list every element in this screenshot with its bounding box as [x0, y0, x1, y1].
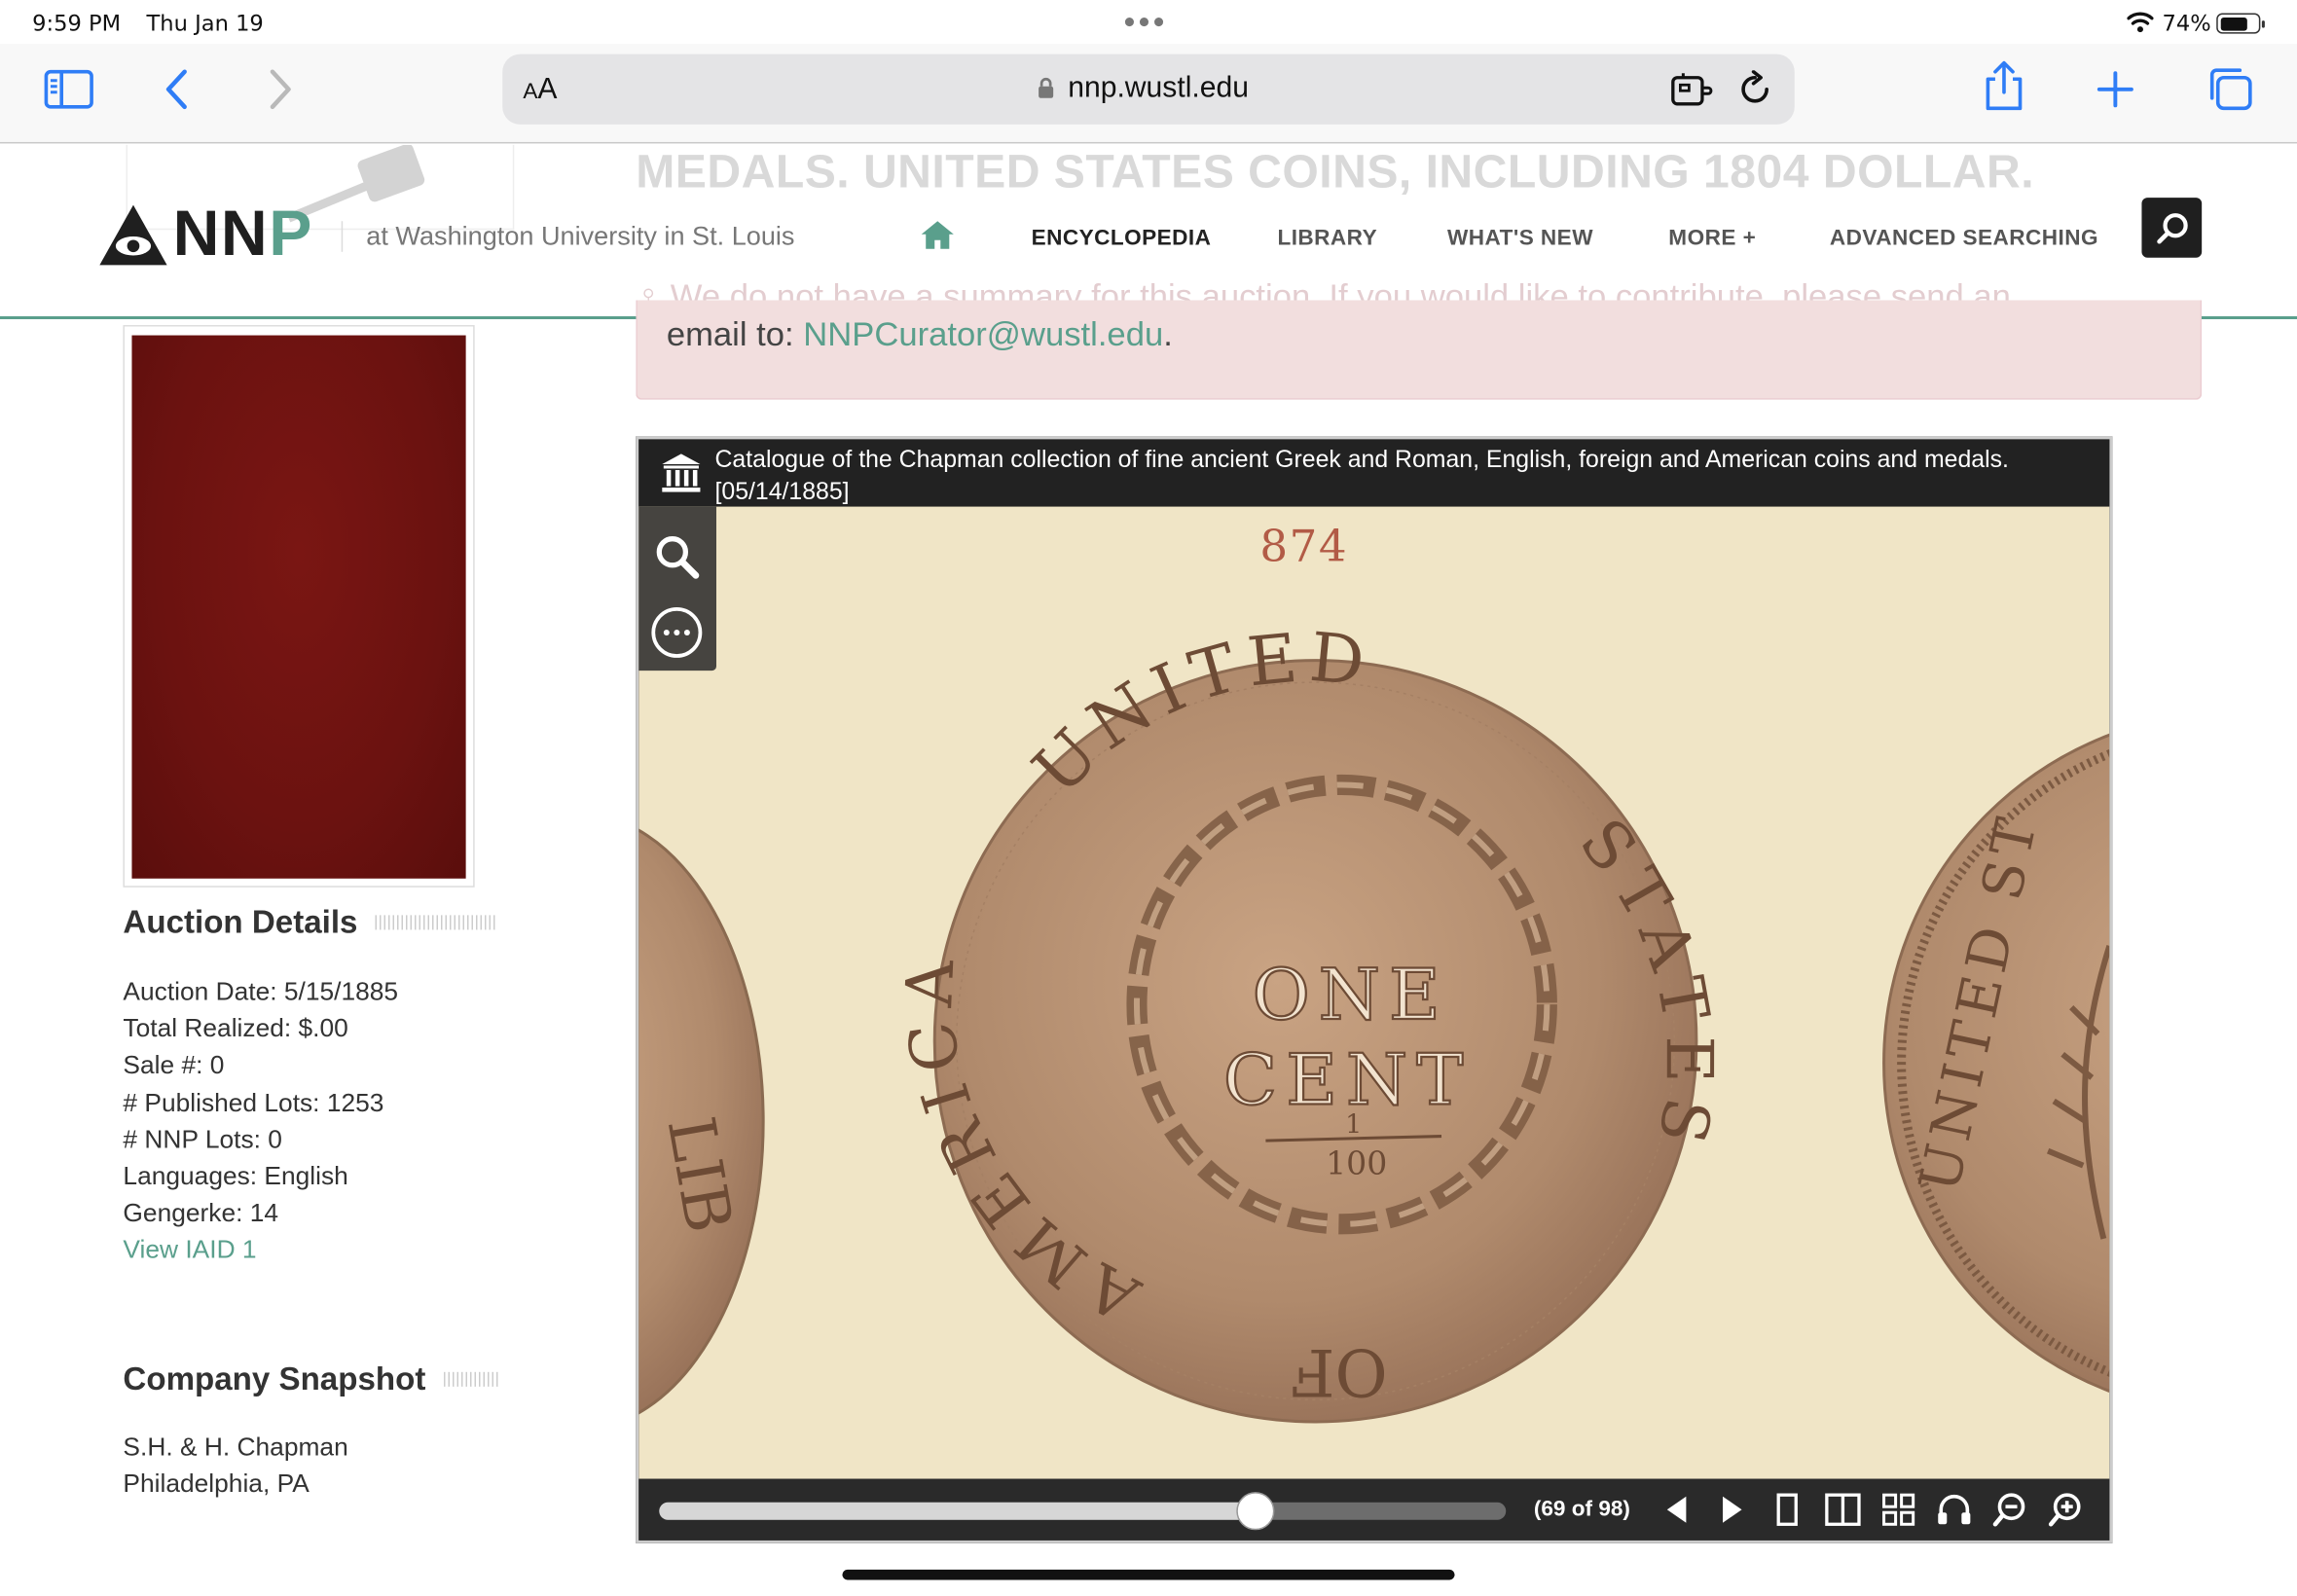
page-number: 874	[1259, 521, 1349, 573]
url-text[interactable]: nnp.wustl.edu	[1068, 72, 1249, 106]
battery-percent: 74%	[2162, 10, 2211, 37]
published-lots: # Published Lots: 1253	[123, 1087, 384, 1118]
single-page-view-icon[interactable]	[1768, 1491, 1806, 1529]
auction-title-behind: MEDALS. UNITED STATES COINS, INCLUDING 1…	[636, 144, 2035, 199]
site-header: MEDALS. UNITED STATES COINS, INCLUDING 1…	[0, 143, 2297, 320]
multitasking-dots-icon[interactable]	[1124, 18, 1164, 27]
reload-icon[interactable]	[1736, 70, 1774, 108]
nav-more[interactable]: MORE +	[1668, 226, 1756, 251]
next-page-icon[interactable]	[1712, 1491, 1750, 1529]
zoom-in-icon[interactable]	[2047, 1491, 2085, 1529]
company-name: S.H. & H. Chapman	[123, 1432, 348, 1462]
reader-aa-button[interactable]: AA	[523, 73, 557, 107]
coin-plate-image: LIB UNITED AMERICA STATES OF ONE CENT 1 …	[638, 619, 2110, 1424]
address-bar[interactable]: AA nnp.wustl.edu	[502, 54, 1795, 125]
site-search-button[interactable]	[2141, 198, 2203, 258]
status-date: Thu Jan 19	[146, 10, 264, 37]
search-icon	[2156, 212, 2187, 243]
browser-toolbar: AA nnp.wustl.edu	[0, 44, 2297, 144]
lock-icon	[1039, 77, 1054, 98]
eye-pyramid-icon	[99, 204, 167, 266]
home-indicator[interactable]	[842, 1569, 1455, 1580]
status-time: 9:59 PM	[32, 10, 122, 37]
nav-encyclopedia[interactable]: ENCYCLOPEDIA	[1032, 226, 1212, 251]
notice-suffix: .	[1163, 314, 1173, 353]
logo-subtitle: at Washington University in St. Louis	[341, 221, 794, 252]
view-iaid-link[interactable]: View IAID 1	[123, 1234, 256, 1265]
total-realized: Total Realized: $.00	[123, 1013, 348, 1043]
two-page-view-icon[interactable]	[1824, 1491, 1862, 1529]
sidebar-icon[interactable]	[40, 61, 98, 117]
book-page[interactable]: LIB UNITED AMERICA STATES OF ONE CENT 1 …	[638, 506, 2110, 1479]
nav-whats-new[interactable]: WHAT'S NEW	[1447, 226, 1593, 251]
viewer-side-tools	[638, 506, 716, 671]
more-options-icon[interactable]	[650, 606, 703, 659]
languages: Languages: English	[123, 1161, 348, 1191]
home-icon[interactable]	[920, 218, 955, 250]
curator-email-link[interactable]: NNPCurator@wustl.edu	[803, 314, 1163, 352]
page-slider-handle[interactable]	[1236, 1492, 1275, 1531]
gengerke: Gengerke: 14	[123, 1197, 279, 1227]
share-icon[interactable]	[1975, 58, 2033, 114]
library-icon[interactable]	[659, 451, 703, 494]
viewer-footer: (69 of 98)	[638, 1478, 2110, 1541]
page-count: (69 of 98)	[1533, 1496, 1630, 1522]
battery-icon	[2216, 13, 2265, 34]
auction-date: Auction Date: 5/15/1885	[123, 976, 399, 1006]
search-inside-icon[interactable]	[653, 533, 700, 580]
previous-page-icon[interactable]	[1659, 1491, 1696, 1529]
notice-prefix: email to:	[666, 314, 804, 353]
summary-notice: email to: NNPCurator@wustl.edu.	[636, 300, 2203, 400]
new-tab-icon[interactable]	[2086, 61, 2144, 117]
catalogue-cover-thumbnail[interactable]	[123, 325, 475, 888]
book-viewer: Catalogue of the Chapman collection of f…	[636, 436, 2113, 1543]
status-bar: 9:59 PM Thu Jan 19 74%	[0, 0, 2297, 44]
nav-advanced-searching[interactable]: ADVANCED SEARCHING	[1830, 226, 2098, 251]
viewer-header: Catalogue of the Chapman collection of f…	[638, 439, 2110, 507]
zoom-out-icon[interactable]	[1990, 1491, 2028, 1529]
company-snapshot-heading: Company Snapshot	[123, 1360, 499, 1398]
auction-details-heading: Auction Details	[123, 903, 495, 941]
page-slider[interactable]	[659, 1492, 1507, 1531]
sale-number: Sale #: 0	[123, 1049, 225, 1079]
wifi-icon	[2127, 12, 2154, 33]
nnp-logo[interactable]: NNP	[96, 198, 313, 271]
coin-legend-bottom: OF	[1291, 1334, 1388, 1409]
extension-icon[interactable]	[1668, 70, 1713, 108]
read-aloud-icon[interactable]	[1935, 1491, 1973, 1529]
coin-center-one: ONE	[1253, 955, 1449, 1036]
viewer-title: Catalogue of the Chapman collection of f…	[714, 446, 2009, 506]
nav-library[interactable]: LIBRARY	[1277, 226, 1377, 251]
nnp-lots: # NNP Lots: 0	[123, 1124, 282, 1154]
company-location: Philadelphia, PA	[123, 1469, 310, 1499]
forward-icon[interactable]	[250, 61, 309, 117]
thumbnail-view-icon[interactable]	[1879, 1491, 1917, 1529]
coin-fraction-denominator: 100	[1326, 1144, 1387, 1182]
back-icon[interactable]	[148, 61, 206, 117]
tabs-icon[interactable]	[2201, 61, 2259, 117]
coin-fraction-numerator: 1	[1345, 1110, 1362, 1141]
